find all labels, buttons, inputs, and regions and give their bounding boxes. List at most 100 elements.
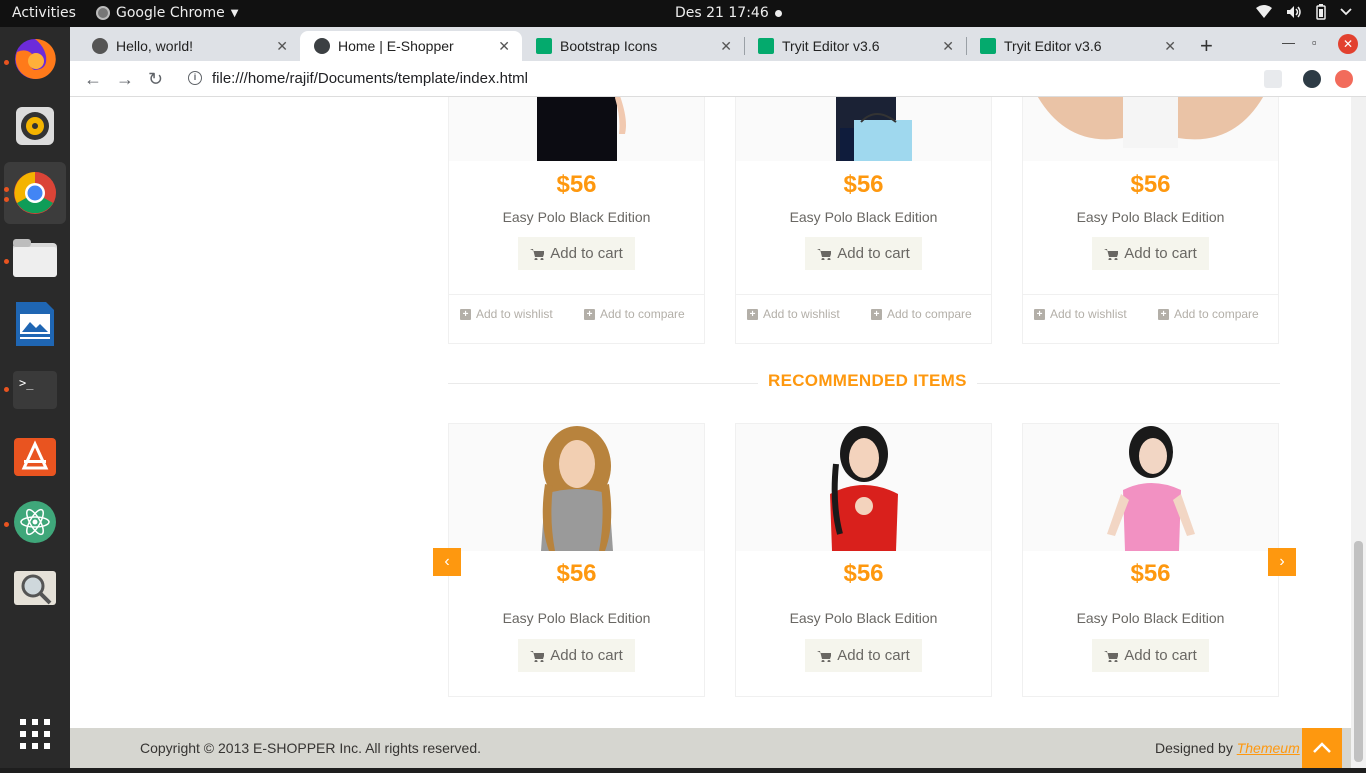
w3schools-icon: [536, 38, 552, 54]
add-to-cart-label: Add to cart: [550, 245, 623, 262]
add-to-cart-label: Add to cart: [1124, 647, 1197, 664]
tab-title: Hello, world!: [116, 38, 194, 54]
tab-title: Home | E-Shopper: [338, 38, 454, 54]
add-to-compare-link[interactable]: + Add to compare: [871, 307, 972, 321]
product-price: $56: [556, 171, 597, 198]
section-heading: RECOMMENDED ITEMS: [758, 371, 977, 391]
clock[interactable]: Des 21 17:46: [675, 5, 782, 21]
minimize-button[interactable]: —: [1282, 35, 1295, 50]
designer-link[interactable]: Themeum: [1237, 740, 1300, 756]
running-indicator: [4, 259, 9, 264]
add-to-cart-label: Add to cart: [550, 647, 623, 664]
rhythmbox-icon[interactable]: [12, 103, 58, 149]
svg-text:>_: >_: [19, 376, 34, 390]
carousel-prev-button[interactable]: ‹: [433, 548, 461, 576]
dock: >_: [0, 27, 70, 768]
tab-title: Tryit Editor v3.6: [1004, 38, 1102, 54]
writer-icon[interactable]: [12, 300, 58, 346]
add-to-cart-label: Add to cart: [837, 245, 910, 262]
add-to-cart-button[interactable]: Add to cart: [1092, 639, 1209, 672]
terminal-icon[interactable]: >_: [12, 367, 58, 413]
chrome-dock-item[interactable]: [4, 162, 66, 224]
reload-icon[interactable]: ↻: [148, 69, 163, 90]
translate-icon[interactable]: [1264, 70, 1282, 88]
firefox-icon[interactable]: [12, 36, 58, 82]
cart-icon: [817, 248, 832, 260]
close-icon[interactable]: ✕: [498, 38, 510, 55]
page-scrollbar[interactable]: [1351, 97, 1366, 768]
image-viewer-icon[interactable]: [12, 565, 58, 611]
update-icon[interactable]: [1335, 70, 1353, 88]
add-to-cart-button[interactable]: Add to cart: [518, 237, 635, 270]
tab-tryit-editor-1[interactable]: Tryit Editor v3.6 ✕: [744, 31, 966, 61]
add-to-cart-button[interactable]: Add to cart: [518, 639, 635, 672]
close-icon[interactable]: ✕: [942, 38, 954, 55]
close-icon[interactable]: ✕: [1164, 38, 1176, 55]
running-indicator: [4, 187, 9, 192]
atom-icon[interactable]: [12, 499, 58, 545]
add-to-compare-link[interactable]: + Add to compare: [584, 307, 685, 321]
close-icon[interactable]: ✕: [276, 38, 288, 55]
maximize-button[interactable]: ▫: [1312, 35, 1317, 50]
recommended-item: $56 Easy Polo Black Edition Add to cart: [448, 423, 705, 697]
page-viewport: $56 Easy Polo Black Edition Add to cart …: [70, 97, 1351, 728]
product-card: $56 Easy Polo Black Edition Add to cart …: [735, 97, 992, 344]
plus-square-icon: +: [1158, 308, 1169, 320]
system-tray[interactable]: [1256, 4, 1352, 20]
clock-label: Des 21 17:46: [675, 5, 769, 21]
cart-icon: [530, 650, 545, 662]
product-price: $56: [1130, 171, 1171, 198]
wifi-icon: [1256, 5, 1272, 18]
product-price: $56: [556, 560, 597, 587]
product-image: [736, 97, 991, 161]
software-center-icon[interactable]: [12, 432, 58, 478]
w3schools-icon: [980, 38, 996, 54]
plus-square-icon: +: [747, 308, 758, 320]
running-indicator: [4, 522, 9, 527]
designed-by: Designed by Themeum: [1155, 740, 1300, 756]
recommended-section-title: RECOMMENDED ITEMS: [448, 371, 1280, 397]
cart-icon: [530, 248, 545, 260]
files-icon[interactable]: [12, 235, 58, 281]
product-image: [449, 97, 704, 161]
chevron-down-icon: [1340, 8, 1352, 16]
add-to-cart-button[interactable]: Add to cart: [805, 237, 922, 270]
add-to-compare-link[interactable]: + Add to compare: [1158, 307, 1259, 321]
tab-title: Tryit Editor v3.6: [782, 38, 880, 54]
add-to-cart-button[interactable]: Add to cart: [1092, 237, 1209, 270]
tab-hello-world[interactable]: Hello, world! ✕: [78, 31, 300, 61]
scrollbar-thumb[interactable]: [1354, 541, 1363, 762]
new-tab-button[interactable]: +: [1200, 33, 1213, 59]
add-to-wishlist-link[interactable]: + Add to wishlist: [747, 307, 840, 321]
product-name: Easy Polo Black Edition: [789, 209, 938, 225]
add-to-wishlist-link[interactable]: + Add to wishlist: [1034, 307, 1127, 321]
tab-bootstrap-icons[interactable]: Bootstrap Icons ✕: [522, 31, 744, 61]
plus-square-icon: +: [1034, 308, 1045, 320]
add-to-cart-label: Add to cart: [837, 647, 910, 664]
tab-home-eshopper[interactable]: Home | E-Shopper ✕: [300, 31, 522, 61]
running-indicator: [4, 60, 9, 65]
window-close-button[interactable]: ✕: [1338, 34, 1358, 54]
system-top-bar: Activities Google Chrome ▼ Des 21 17:46: [0, 0, 1366, 27]
add-to-cart-button[interactable]: Add to cart: [805, 639, 922, 672]
add-to-wishlist-link[interactable]: + Add to wishlist: [460, 307, 553, 321]
tab-strip: Hello, world! ✕ Home | E-Shopper ✕ Boots…: [70, 27, 1366, 61]
tab-title: Bootstrap Icons: [560, 38, 658, 54]
info-icon[interactable]: i: [188, 71, 202, 85]
show-apps-icon[interactable]: [12, 711, 58, 757]
forward-arrow-icon[interactable]: →: [116, 69, 134, 90]
compare-label: Add to compare: [600, 307, 685, 321]
tab-tryit-editor-2[interactable]: Tryit Editor v3.6 ✕: [966, 31, 1188, 61]
address-bar[interactable]: file:///home/rajif/Documents/template/in…: [212, 70, 528, 87]
avatar[interactable]: [1303, 70, 1321, 88]
back-arrow-icon[interactable]: ←: [84, 69, 102, 90]
carousel-next-button[interactable]: ›: [1268, 548, 1296, 576]
add-to-cart-label: Add to cart: [1124, 245, 1197, 262]
recommended-item: $56 Easy Polo Black Edition Add to cart: [735, 423, 992, 697]
product-name: Easy Polo Black Edition: [502, 209, 651, 225]
product-image: [449, 424, 704, 551]
app-menu[interactable]: Google Chrome ▼: [96, 5, 238, 21]
activities-button[interactable]: Activities: [12, 5, 76, 21]
scroll-up-button[interactable]: [1302, 728, 1342, 768]
close-icon[interactable]: ✕: [720, 38, 732, 55]
